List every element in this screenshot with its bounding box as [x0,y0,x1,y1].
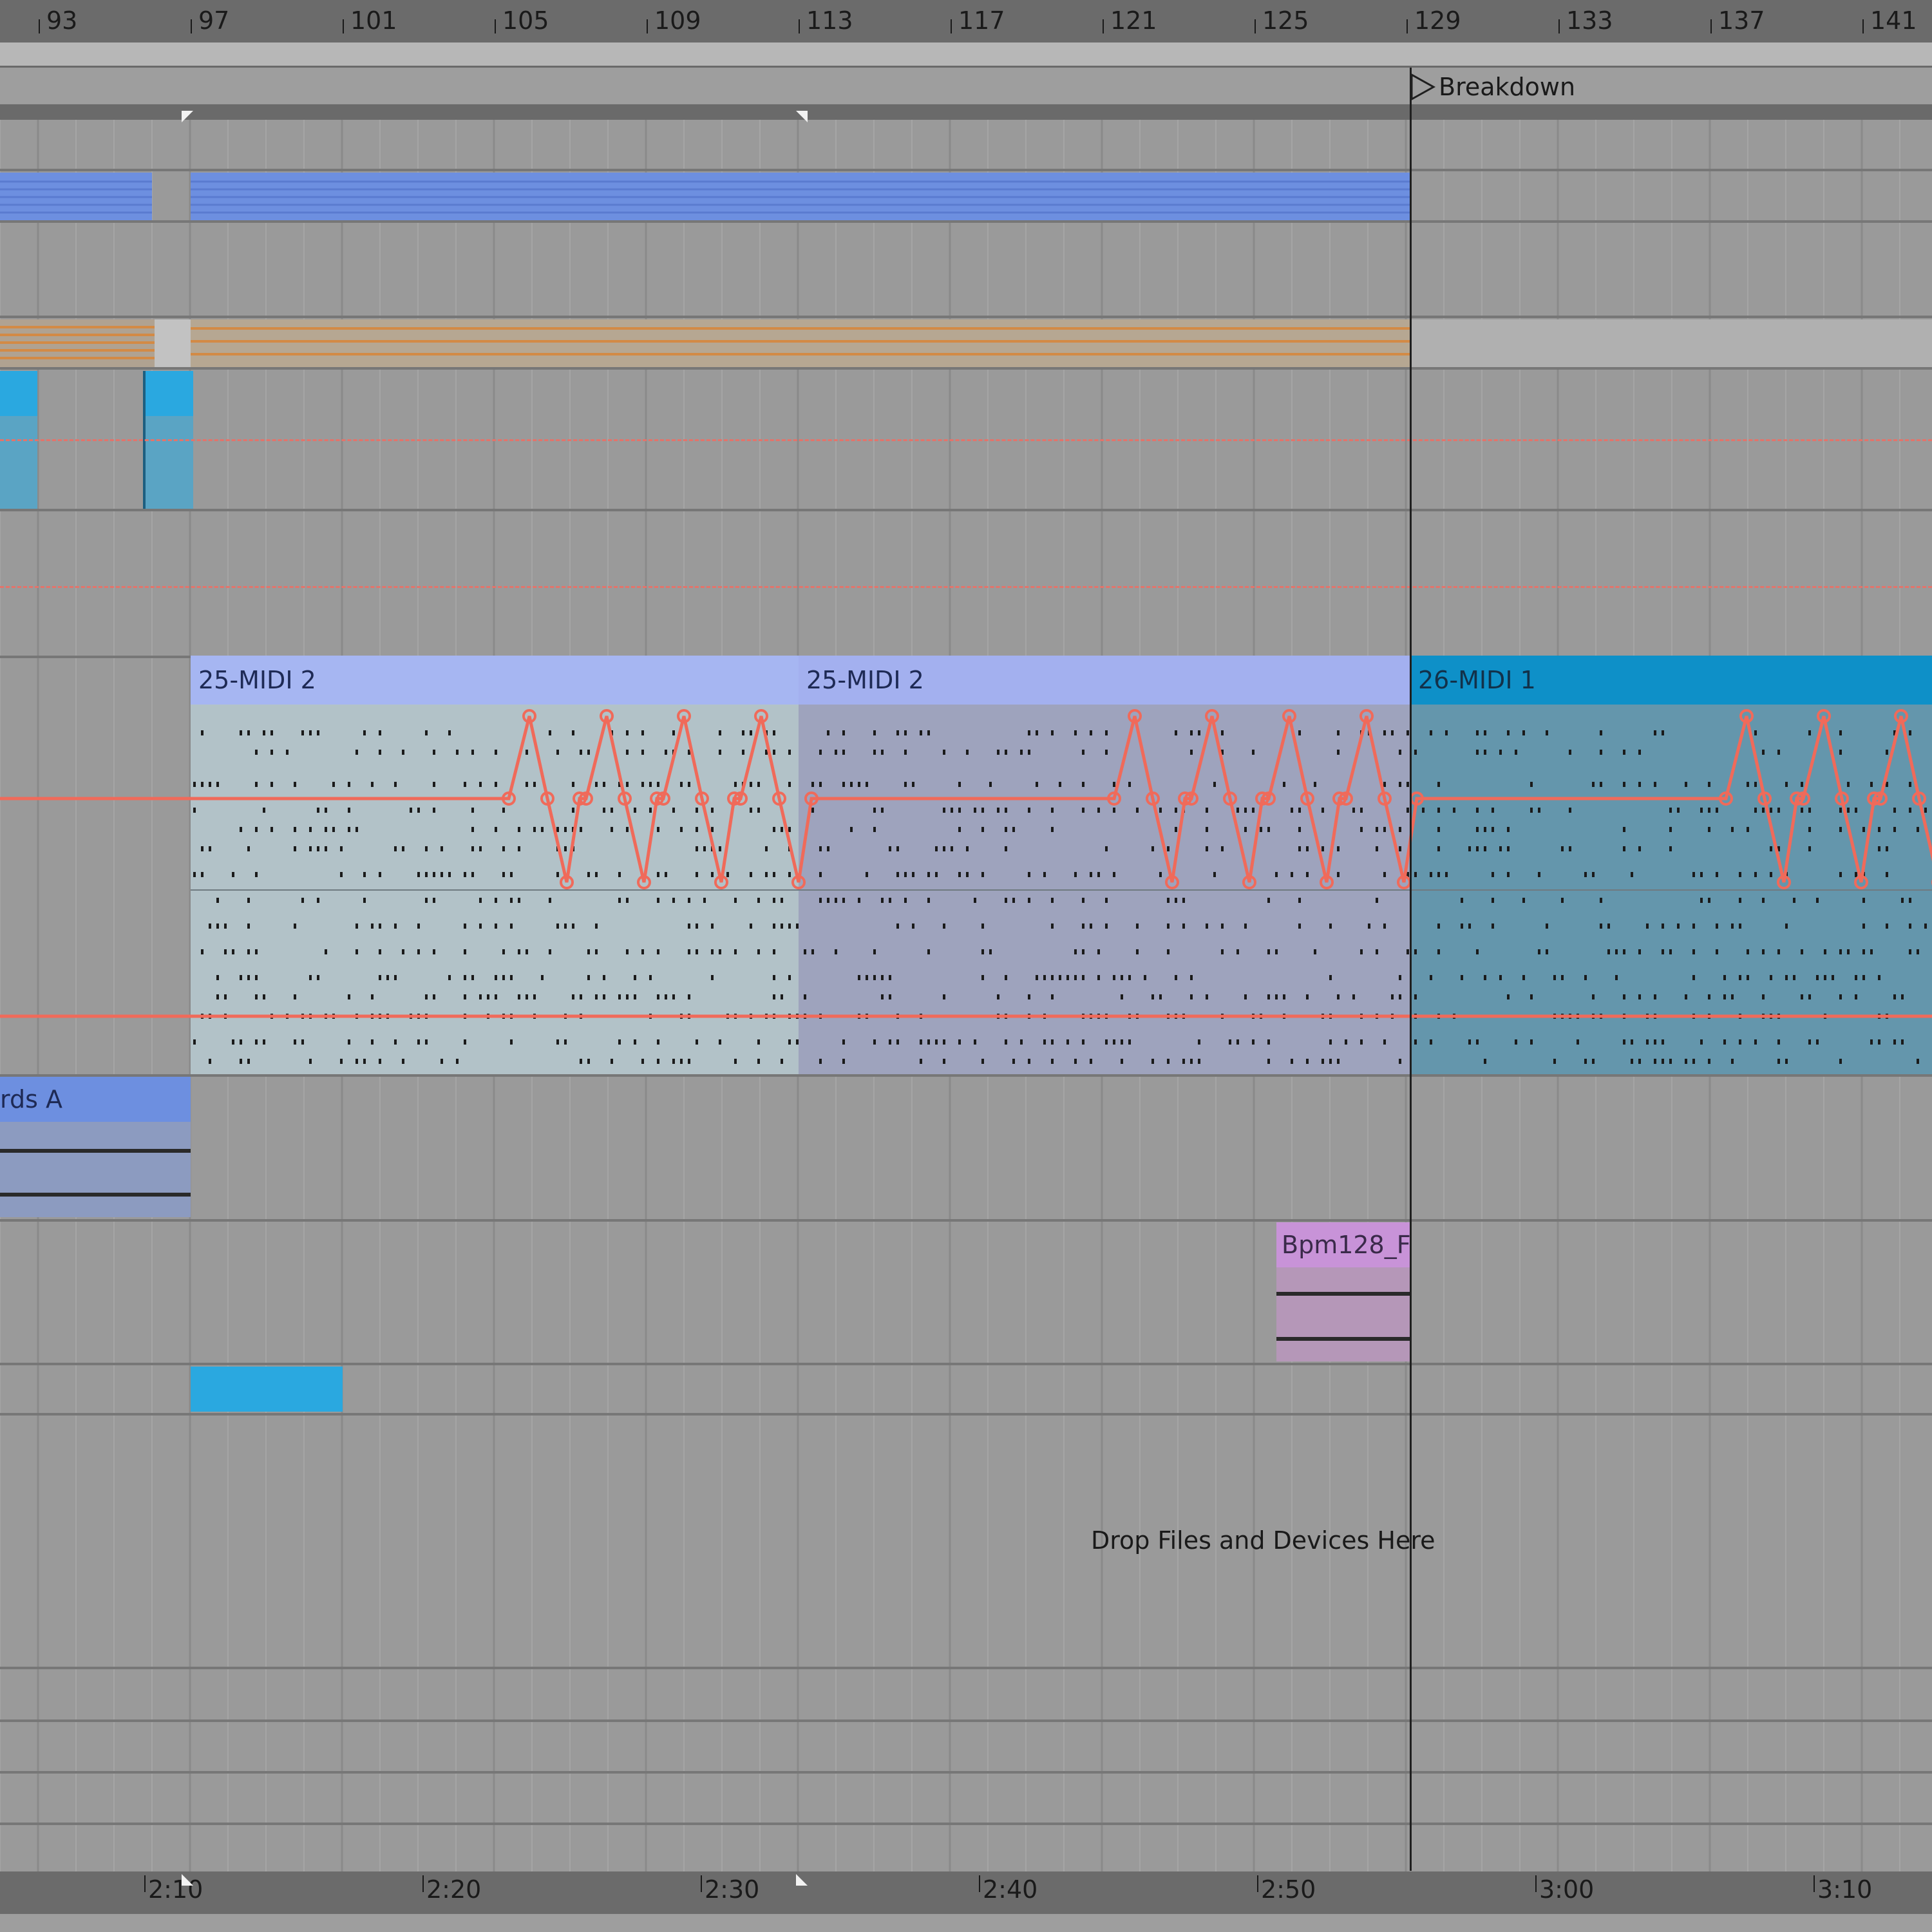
time-label: 3:00 [1539,1875,1595,1904]
lane-separator [0,1771,1932,1774]
bar-tick [1558,19,1560,33]
time-tick [422,1875,424,1892]
time-tick [1257,1875,1258,1892]
arrangement-view: 93 97 101 105 109 113 117 121 125 129 133 137 141 Br… [0,0,1932,1932]
bar-tick [343,19,344,33]
bar-number: 105 [502,6,549,35]
lane-separator [0,1719,1932,1722]
lane-separator [0,169,1932,171]
bar-tick [1255,19,1256,33]
bar-tick [951,19,952,33]
bar-number: 101 [350,6,397,35]
bar-number: 109 [654,6,701,35]
bar-ruler[interactable]: 93 97 101 105 109 113 117 121 125 129 133 137 141 [0,0,1932,43]
clip-blue-left[interactable] [0,173,152,220]
clip-title: rds A [0,1077,191,1122]
time-tick [144,1875,146,1892]
bar-number: 125 [1262,6,1309,35]
automation-line [0,715,1932,883]
automation-dotted-line [0,586,1932,588]
locator-triangle-icon [1410,73,1436,101]
time-label: 2:50 [1261,1875,1316,1904]
lane-separator [0,1363,1932,1365]
clip-title: 26-MIDI 1 [1410,656,1932,705]
lane-separator [0,220,1932,223]
clip-title: 25-MIDI 2 [799,656,1410,705]
scrub-strip[interactable] [0,43,1932,68]
lane-separator [0,509,1932,511]
bar-number: 141 [1870,6,1917,35]
loop-start-bottom-marker-icon[interactable] [180,1873,196,1887]
waveform [0,1149,191,1153]
time-tick [1535,1875,1537,1892]
breakdown-locator[interactable]: Breakdown [1410,72,1575,102]
lane-separator [0,367,1932,370]
insert-marker-line[interactable] [1410,68,1412,1871]
bar-tick [799,19,800,33]
bar-tick [647,19,648,33]
lane-separator [0,316,1932,318]
drop-zone-label[interactable]: Drop Files and Devices Here [1091,1526,1435,1555]
bar-tick [1710,19,1712,33]
bar-number: 133 [1566,6,1613,35]
locator-label: Breakdown [1439,73,1576,101]
bar-number: 113 [806,6,853,35]
automation-envelope[interactable] [0,705,1932,1091]
bar-tick [39,19,40,33]
clip-cyan-short[interactable] [191,1367,343,1412]
clip-gap-light [155,319,191,367]
time-label: 3:10 [1817,1875,1873,1904]
lane-separator [0,1667,1932,1669]
lane-separator [0,1413,1932,1416]
bar-number: 121 [1110,6,1157,35]
clip-audio-chords[interactable]: rds A [0,1077,191,1217]
bar-number: 117 [958,6,1005,35]
loop-end-bottom-marker-icon[interactable] [793,1873,809,1887]
bar-tick [1406,19,1408,33]
clip-title: 25-MIDI 2 [191,656,799,705]
bar-tick [1103,19,1104,33]
clip-title: Bpm128_F [1276,1222,1410,1267]
time-label: 2:40 [983,1875,1038,1904]
clip-orange-left[interactable] [0,319,155,367]
time-label: 2:20 [426,1875,482,1904]
time-tick [701,1875,702,1892]
automation-dotted-line [0,439,1932,441]
bottom-strip [0,1914,1932,1932]
lane-separator [0,1823,1932,1825]
waveform [0,1193,191,1197]
waveform [1276,1337,1410,1341]
bar-number: 137 [1718,6,1765,35]
bar-tick [495,19,496,33]
time-tick [1814,1875,1815,1892]
locator-strip[interactable] [0,68,1932,104]
bar-number: 129 [1414,6,1461,35]
lane-empty-light [1410,319,1932,367]
bar-number: 93 [46,6,78,35]
bar-tick [1862,19,1864,33]
lane-separator [0,1219,1932,1222]
bar-tick [191,19,192,33]
time-tick [979,1875,980,1892]
time-label: 2:30 [705,1875,760,1904]
clip-orange-main[interactable] [191,319,1410,367]
loop-brace[interactable] [0,104,1932,120]
clip-audio-bpm[interactable]: Bpm128_F [1276,1222,1410,1361]
waveform [1276,1292,1410,1296]
clip-blue-main[interactable] [191,173,1410,220]
bar-number: 97 [198,6,230,35]
